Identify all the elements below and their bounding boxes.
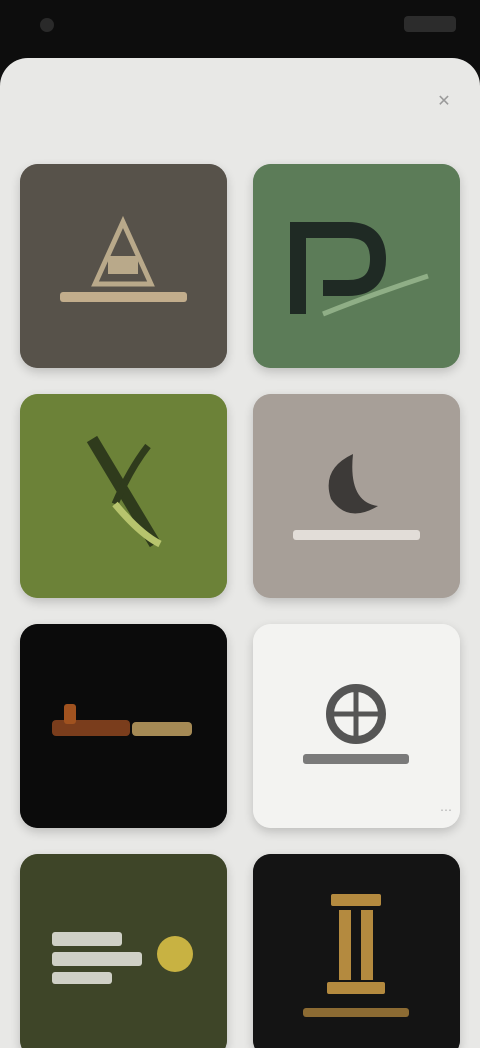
logo-card[interactable] — [253, 624, 460, 828]
globe-logo-icon — [253, 624, 460, 828]
leaf-logo-icon — [20, 394, 227, 598]
pillar-logo-icon — [253, 854, 460, 1048]
battery-icon — [404, 16, 456, 32]
logo-card[interactable] — [20, 854, 227, 1048]
logo-card[interactable] — [253, 854, 460, 1048]
letter-p-logo-icon — [253, 164, 460, 368]
logo-card[interactable] — [20, 394, 227, 598]
logo-sheet: ✕ ⋯ — [0, 58, 480, 1048]
logo-card[interactable] — [253, 394, 460, 598]
logo-grid — [20, 164, 460, 1048]
sun-wordmark-logo-icon — [20, 854, 227, 1048]
crescent-logo-icon — [253, 394, 460, 598]
close-icon[interactable]: ✕ — [436, 94, 452, 110]
pyramid-logo-icon — [20, 164, 227, 368]
logo-card[interactable] — [20, 624, 227, 828]
sheet-header: ✕ — [0, 58, 480, 148]
logo-card[interactable] — [20, 164, 227, 368]
camera-icon — [40, 18, 54, 32]
wordmark-logo-icon — [20, 624, 227, 828]
more-icon[interactable]: ⋯ — [440, 803, 462, 817]
logo-card[interactable] — [253, 164, 460, 368]
